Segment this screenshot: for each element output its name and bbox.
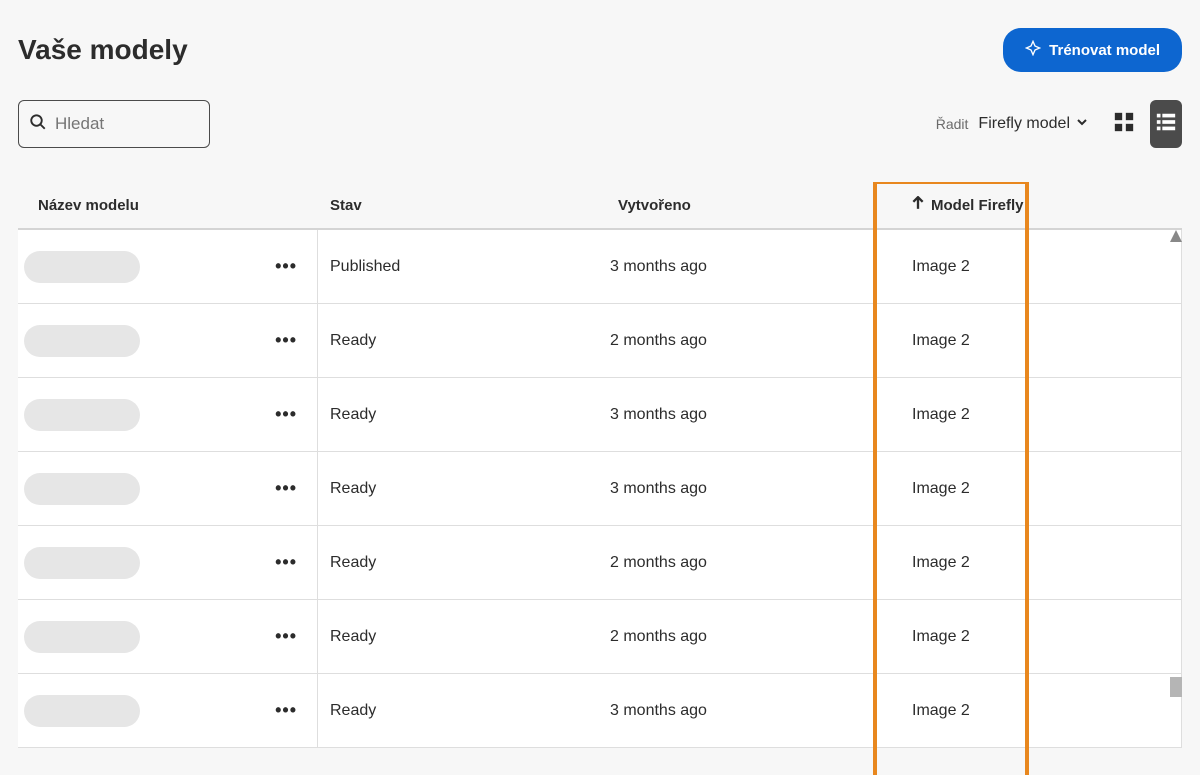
table-row[interactable]: ••• Ready 2 months ago Image 2	[18, 600, 1182, 674]
model-name-placeholder	[24, 251, 140, 283]
col-header-model-label: Model Firefly	[931, 197, 1024, 214]
models-table: Název modelu Stav Vytvořeno Model Firefl…	[18, 182, 1182, 775]
model-name-placeholder	[24, 695, 140, 727]
table-row[interactable]: ••• Published 3 months ago Image 2	[18, 230, 1182, 304]
cell-model: Image 2	[880, 406, 1181, 424]
page-title: Vaše modely	[18, 34, 188, 66]
cell-state: Ready	[318, 628, 606, 646]
sort-value-label: Firefly model	[978, 115, 1070, 133]
table-row[interactable]: ••• Ready 3 months ago Image 2	[18, 674, 1182, 748]
model-name-placeholder	[24, 399, 140, 431]
train-model-label: Trénovat model	[1049, 42, 1160, 59]
grid-icon	[1113, 111, 1135, 138]
cell-state: Ready	[318, 406, 606, 424]
cell-created: 3 months ago	[606, 702, 880, 720]
sort-asc-icon	[911, 196, 925, 214]
search-icon	[29, 113, 47, 136]
more-actions-button[interactable]: •••	[275, 626, 297, 647]
sort-label: Řadit	[936, 116, 969, 132]
model-name-placeholder	[24, 621, 140, 653]
sort-dropdown[interactable]: Firefly model	[978, 115, 1088, 133]
cell-state: Ready	[318, 332, 606, 350]
cell-created: 2 months ago	[606, 554, 880, 572]
model-name-placeholder	[24, 547, 140, 579]
train-model-button[interactable]: Trénovat model	[1003, 28, 1182, 72]
more-actions-button[interactable]: •••	[275, 552, 297, 573]
cell-model: Image 2	[880, 480, 1181, 498]
sparkle-icon	[1025, 40, 1041, 60]
table-row[interactable]: ••• Ready 2 months ago Image 2	[18, 526, 1182, 600]
cell-created: 3 months ago	[606, 480, 880, 498]
table-header: Název modelu Stav Vytvořeno Model Firefl…	[18, 182, 1182, 230]
cell-state: Published	[318, 258, 606, 276]
col-header-name[interactable]: Název modelu	[30, 197, 330, 214]
cell-created: 3 months ago	[606, 406, 880, 424]
cell-name: •••	[18, 378, 318, 451]
list-icon	[1155, 111, 1177, 138]
more-actions-button[interactable]: •••	[275, 330, 297, 351]
cell-created: 3 months ago	[606, 258, 880, 276]
cell-name: •••	[18, 526, 318, 599]
table-row[interactable]: ••• Ready 3 months ago Image 2	[18, 378, 1182, 452]
cell-name: •••	[18, 230, 318, 303]
cell-name: •••	[18, 600, 318, 673]
grid-view-button[interactable]	[1108, 100, 1140, 148]
cell-state: Ready	[318, 554, 606, 572]
more-actions-button[interactable]: •••	[275, 478, 297, 499]
table-row[interactable]: ••• Ready 3 months ago Image 2	[18, 452, 1182, 526]
cell-model: Image 2	[880, 702, 1181, 720]
col-header-state[interactable]: Stav	[330, 197, 618, 214]
cell-model: Image 2	[880, 554, 1181, 572]
table-row[interactable]: ••• Ready 2 months ago Image 2	[18, 304, 1182, 378]
scrollbar-thumb[interactable]	[1170, 677, 1182, 697]
cell-model: Image 2	[880, 332, 1181, 350]
model-name-placeholder	[24, 473, 140, 505]
chevron-down-icon	[1076, 115, 1088, 133]
cell-name: •••	[18, 452, 318, 525]
cell-model: Image 2	[880, 628, 1181, 646]
search-box[interactable]	[18, 100, 210, 148]
more-actions-button[interactable]: •••	[275, 700, 297, 721]
cell-state: Ready	[318, 480, 606, 498]
cell-name: •••	[18, 674, 318, 747]
cell-created: 2 months ago	[606, 628, 880, 646]
cell-name: •••	[18, 304, 318, 377]
more-actions-button[interactable]: •••	[275, 404, 297, 425]
cell-created: 2 months ago	[606, 332, 880, 350]
search-input[interactable]	[55, 114, 199, 134]
cell-model: Image 2	[880, 258, 1181, 276]
model-name-placeholder	[24, 325, 140, 357]
col-header-created[interactable]: Vytvořeno	[618, 197, 892, 214]
col-header-model[interactable]: Model Firefly	[892, 196, 1170, 214]
cell-state: Ready	[318, 702, 606, 720]
list-view-button[interactable]	[1150, 100, 1182, 148]
more-actions-button[interactable]: •••	[275, 256, 297, 277]
